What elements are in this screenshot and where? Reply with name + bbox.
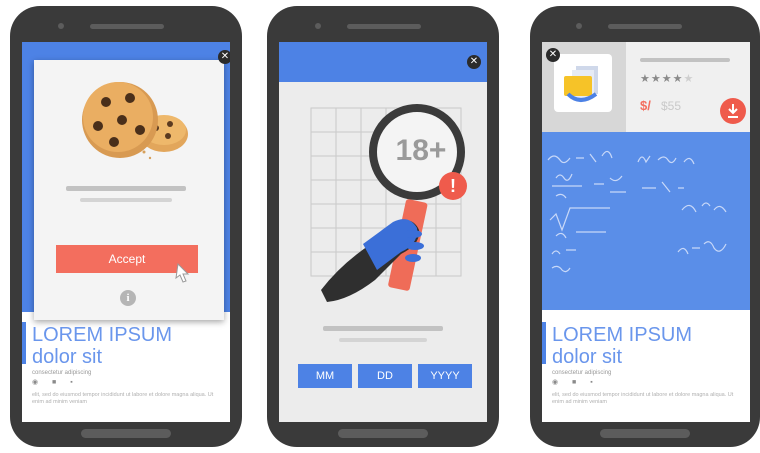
magnifier-illustration xyxy=(310,104,465,302)
lorem-body: elit, sed do eiusmod tempor incididunt u… xyxy=(32,392,214,405)
rating-stars: ★★★★★ xyxy=(640,72,694,85)
info-icon[interactable]: i xyxy=(120,290,136,306)
star-icon: ★★★★ xyxy=(640,73,684,85)
age-label: 18+ xyxy=(395,134,447,167)
download-button[interactable] xyxy=(720,98,746,124)
close-icon[interactable]: ✕ xyxy=(467,55,481,69)
math-background-image xyxy=(542,132,750,310)
day-field[interactable]: DD xyxy=(358,364,412,388)
price: $/ xyxy=(640,98,651,113)
month-field[interactable]: MM xyxy=(298,364,352,388)
phone-screen: Accept i ✕ LOREM IPSUM dolor sit consect… xyxy=(22,42,230,422)
camera-dot xyxy=(58,23,64,29)
home-bar xyxy=(338,429,428,438)
phone-screen: ✕ 18+ ! MM DD YYYY xyxy=(279,42,487,422)
placeholder-heading-line xyxy=(323,326,443,331)
home-bar xyxy=(81,429,171,438)
year-field[interactable]: YYYY xyxy=(418,364,472,388)
home-bar xyxy=(600,429,690,438)
camera-dot xyxy=(576,23,582,29)
meta-icons: ◉ ■ ▪ xyxy=(32,379,79,386)
lorem-subtitle: consectetur adipiscing xyxy=(552,370,612,376)
phone-mockup-app-banner: ★★★★★ $/ $55 ✕ LOREM IPSUM dolor sit con… xyxy=(530,6,760,447)
meta-icons: ◉ ■ ▪ xyxy=(552,379,599,386)
cursor-hand-icon xyxy=(175,262,190,283)
close-icon[interactable]: ✕ xyxy=(546,48,560,62)
warning-icon: ! xyxy=(439,172,467,200)
speaker-grille xyxy=(608,24,682,29)
app-icon xyxy=(554,54,612,112)
close-icon[interactable]: ✕ xyxy=(218,50,230,64)
lorem-title-line-2: dolor sit xyxy=(552,346,623,368)
lorem-accent-bar xyxy=(22,322,26,364)
speaker-grille xyxy=(90,24,164,29)
placeholder-text-line xyxy=(80,198,172,202)
download-icon xyxy=(728,104,738,118)
price-strikethrough: $55 xyxy=(661,99,682,113)
cookie-illustration xyxy=(82,82,188,160)
camera-dot xyxy=(315,23,321,29)
phone-mockup-cookie: Accept i ✕ LOREM IPSUM dolor sit consect… xyxy=(10,6,242,447)
speaker-grille xyxy=(347,24,421,29)
lorem-title-line-2: dolor sit xyxy=(32,346,103,368)
lorem-body: elit, sed do eiusmod tempor incididunt u… xyxy=(552,392,734,405)
lorem-accent-bar xyxy=(542,322,546,364)
lorem-title-line-1: LOREM IPSUM xyxy=(32,324,173,346)
star-icon: ★ xyxy=(683,73,695,85)
header-bar xyxy=(279,42,487,82)
placeholder-heading-line xyxy=(66,186,186,191)
phone-screen: ★★★★★ $/ $55 ✕ LOREM IPSUM dolor sit con… xyxy=(542,42,750,422)
placeholder-app-name xyxy=(640,58,730,62)
phone-mockup-age-gate: ✕ 18+ ! MM DD YYYY xyxy=(267,6,499,447)
cookie-consent-modal: Accept i xyxy=(34,60,224,320)
app-install-banner: ★★★★★ $/ $55 xyxy=(542,42,750,132)
lorem-title-line-1: LOREM IPSUM xyxy=(552,324,693,346)
lorem-subtitle: consectetur adipiscing xyxy=(32,370,92,376)
placeholder-text-line xyxy=(339,338,427,342)
